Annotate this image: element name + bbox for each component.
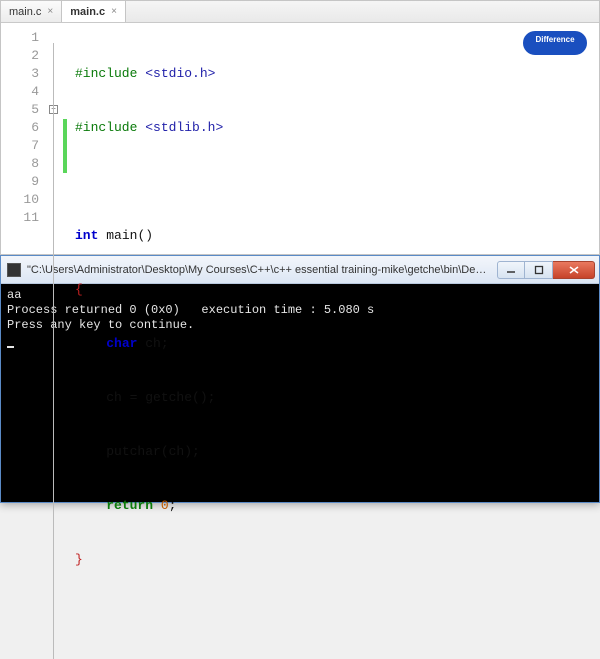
tab-label: main.c xyxy=(9,6,41,18)
line-number-gutter: 1 2 3 4 5 6 7 8 9 10 11 xyxy=(1,29,49,659)
header-literal: <stdio.h> xyxy=(145,66,215,81)
line-number: 3 xyxy=(1,65,39,83)
close-icon[interactable]: × xyxy=(47,6,53,17)
preprocessor: #include xyxy=(75,120,137,135)
code-area[interactable]: 1 2 3 4 5 6 7 8 9 10 11 − #include <stdi… xyxy=(1,23,599,659)
semicolon: ; xyxy=(169,498,177,513)
line-number: 10 xyxy=(1,191,39,209)
brace-open: { xyxy=(75,282,83,297)
line-number: 6 xyxy=(1,119,39,137)
parens: () xyxy=(137,228,153,243)
keyword-return: return xyxy=(106,498,153,513)
brace-close: } xyxy=(75,552,83,567)
line-number: 8 xyxy=(1,155,39,173)
editor-tabs: main.c × main.c × xyxy=(1,1,599,23)
line-number: 2 xyxy=(1,47,39,65)
code-text: ch = getche(); xyxy=(106,390,215,405)
identifier: main xyxy=(106,228,137,243)
line-number: 9 xyxy=(1,173,39,191)
line-number: 5 xyxy=(1,101,39,119)
keyword-char: char xyxy=(106,336,137,351)
code-content[interactable]: #include <stdio.h> #include <stdlib.h> i… xyxy=(67,29,223,659)
line-number: 11 xyxy=(1,209,39,227)
code-text: ch; xyxy=(137,336,168,351)
line-number: 1 xyxy=(1,29,39,47)
code-editor: main.c × main.c × Difference Between.com… xyxy=(0,0,600,255)
tab-main-c-1[interactable]: main.c × xyxy=(1,1,62,22)
line-number: 4 xyxy=(1,83,39,101)
header-literal: <stdlib.h> xyxy=(145,120,223,135)
tab-label: main.c xyxy=(70,6,105,18)
preprocessor: #include xyxy=(75,66,137,81)
number-literal: 0 xyxy=(161,498,169,513)
tab-main-c-2[interactable]: main.c × xyxy=(62,1,126,22)
line-number: 7 xyxy=(1,137,39,155)
keyword-int: int xyxy=(75,228,98,243)
close-icon[interactable]: × xyxy=(111,6,117,17)
fold-column: − xyxy=(49,29,63,659)
code-text: putchar(ch); xyxy=(106,444,200,459)
